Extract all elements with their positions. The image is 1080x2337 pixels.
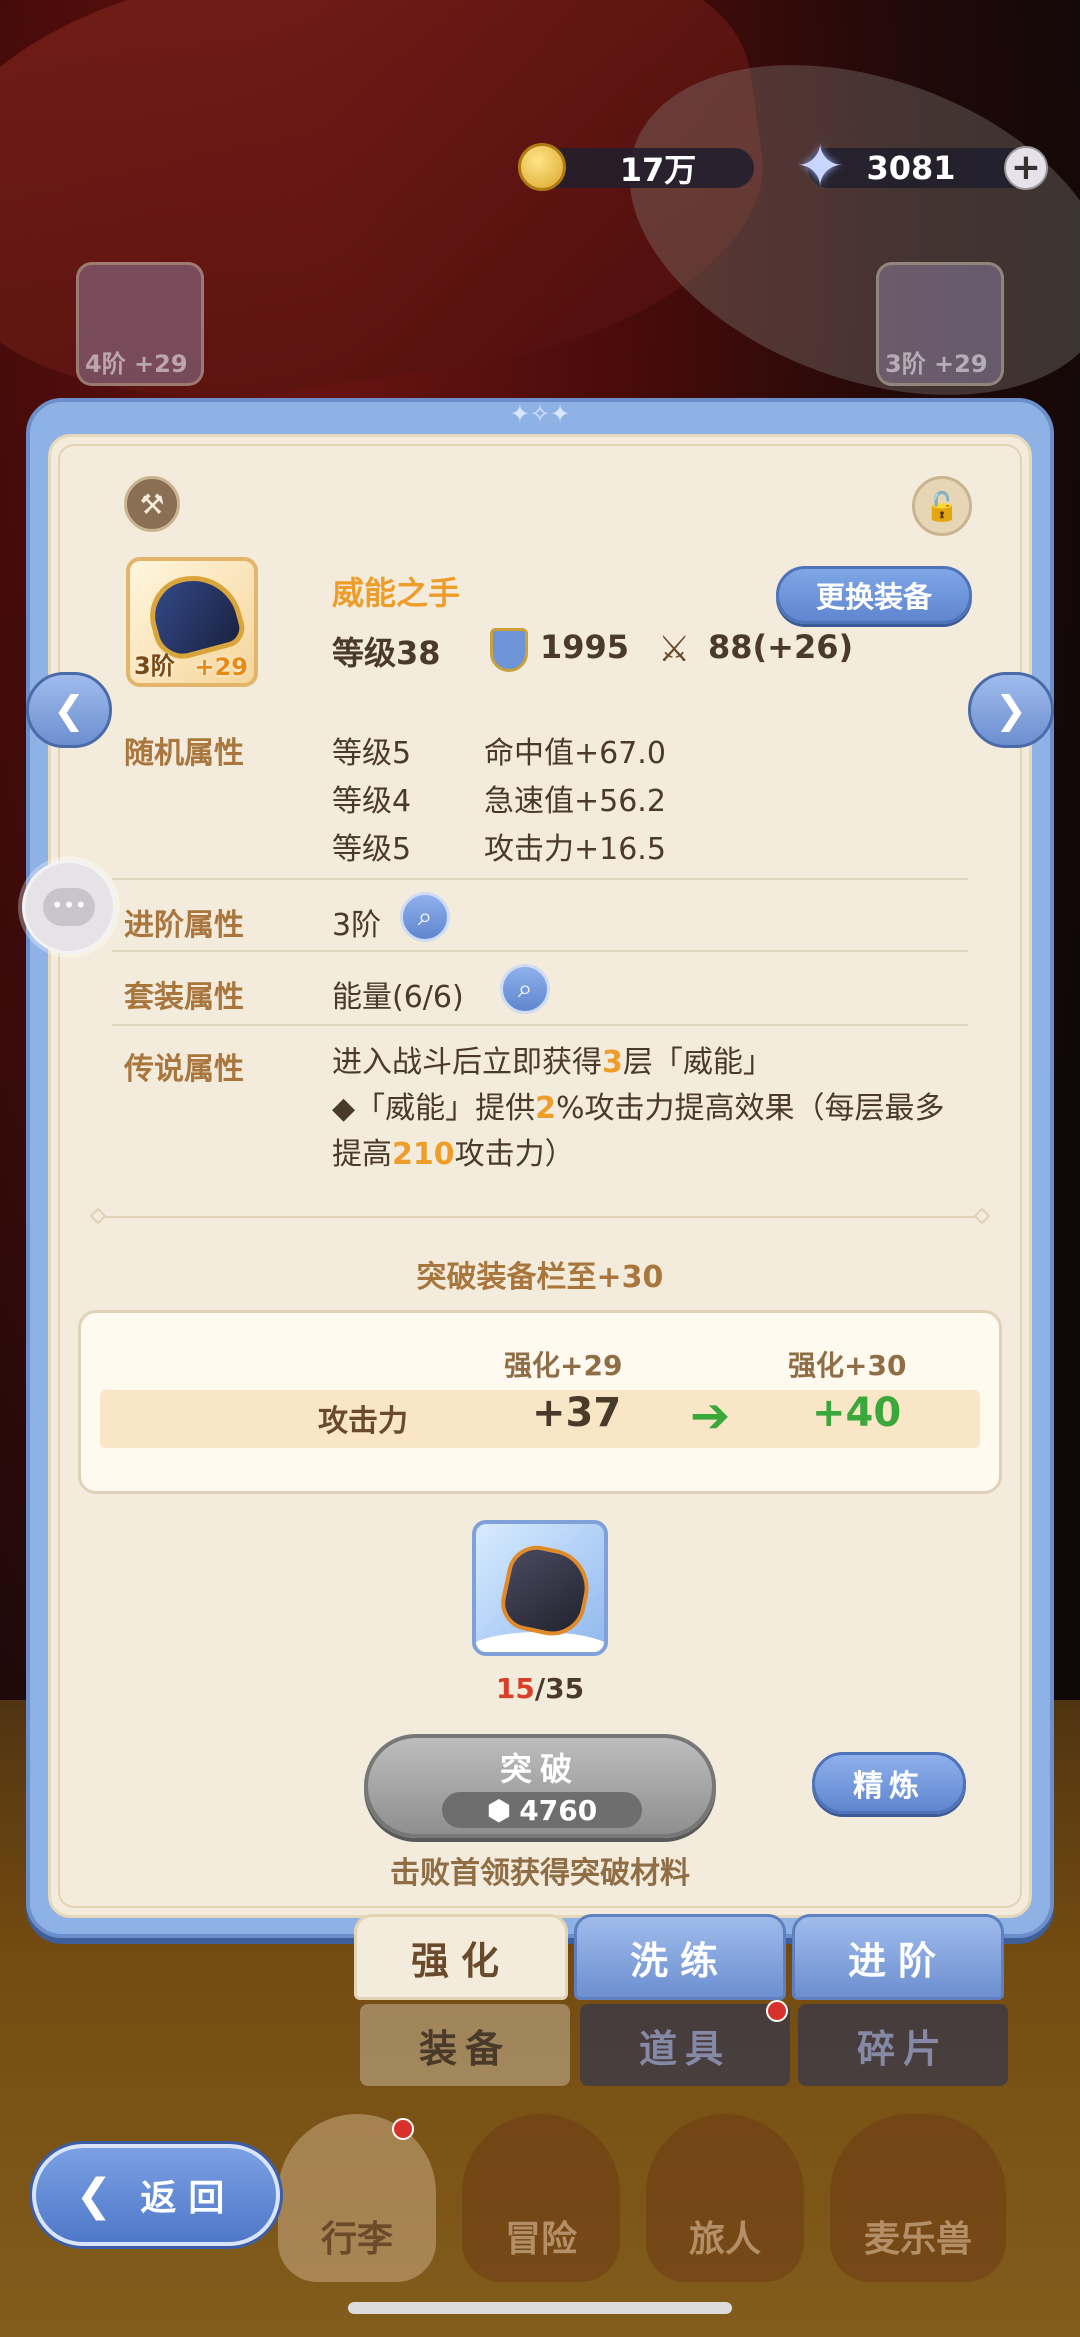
crystal-icon: ⬢: [486, 1793, 512, 1827]
crossed-swords-icon: ⚔: [658, 629, 691, 670]
nav-luggage[interactable]: 行李: [278, 2114, 436, 2282]
set-attr-label: 套装属性: [124, 980, 244, 1015]
arrow-right-icon: ➔: [690, 1388, 731, 1444]
legend-attr-label: 传说属性: [124, 1052, 244, 1087]
nav-label: 麦乐兽: [863, 2219, 972, 2260]
material-need: /35: [534, 1672, 585, 1705]
legend-text: 进入战斗后立即获得: [332, 1045, 602, 1080]
breakthrough-button[interactable]: 突破 ⬢ 4760: [364, 1734, 716, 1838]
nav-label: 行李: [320, 2219, 393, 2260]
material-count: 15/35: [0, 1672, 1080, 1705]
magnifier-icon: ⌕: [417, 901, 433, 932]
item-name: 威能之手: [332, 574, 461, 612]
chat-button[interactable]: •••: [22, 860, 116, 954]
tab-advance[interactable]: 进阶: [792, 1914, 1004, 2000]
compare-stat-label: 攻击力: [318, 1404, 408, 1439]
compare-header-old: 强化+29: [504, 1349, 623, 1382]
nav-beasts[interactable]: 麦乐兽: [830, 2114, 1006, 2282]
defense-value: 1995: [540, 628, 630, 666]
back-button[interactable]: ❮ 返回: [32, 2144, 280, 2246]
back-arrow-icon: ❮: [75, 2169, 125, 2221]
equipment-slot-weapon[interactable]: 4阶 +29: [76, 262, 204, 386]
random-attr-stat: 命中值+67.0: [484, 736, 666, 771]
magnifier-icon: ⌕: [517, 973, 533, 1004]
attack-value: 88(+26): [708, 628, 854, 666]
legend-number: 3: [602, 1045, 623, 1080]
panel-top-ornament: ✦✧✦: [509, 400, 571, 428]
random-attr-level: 等级4: [332, 784, 412, 819]
advance-attr-label: 进阶属性: [124, 908, 244, 943]
breakthrough-button-label: 突破: [499, 1750, 580, 1788]
chevron-right-icon: ❯: [995, 688, 1027, 732]
slot-label: 3阶 +29: [885, 350, 988, 378]
divider: [112, 950, 968, 952]
tab-enhance[interactable]: 强化: [354, 1914, 568, 2000]
slot-label: 4阶 +29: [85, 350, 188, 378]
compare-header-new: 强化+30: [788, 1349, 907, 1382]
tab-reroll[interactable]: 洗练: [574, 1914, 786, 2000]
tab-equipment[interactable]: 装备: [360, 2004, 570, 2086]
gold-amount: 17万: [619, 151, 697, 189]
divider: [112, 1024, 968, 1026]
legend-text: 层「威能」: [622, 1045, 773, 1080]
random-attr-label: 随机属性: [124, 736, 244, 771]
shield-icon: [490, 628, 528, 672]
chat-bubble-icon: •••: [43, 888, 95, 926]
compare-new-value: +40: [812, 1390, 902, 1436]
set-magnifier-button[interactable]: ⌕: [500, 964, 550, 1014]
advance-magnifier-button[interactable]: ⌕: [400, 892, 450, 942]
item-card: 3阶 +29: [126, 557, 258, 687]
random-attr-stat: 急速值+56.2: [484, 784, 666, 819]
notification-dot: [766, 2000, 788, 2022]
chevron-left-icon: ❮: [53, 688, 85, 732]
gold-coin-icon: [518, 143, 566, 191]
breakthrough-material[interactable]: [472, 1520, 608, 1656]
item-level: 等级38: [332, 634, 441, 672]
legend-text: 攻击力）: [454, 1137, 575, 1172]
star-gem-icon: ✦: [795, 132, 845, 200]
advance-attr-value: 3阶: [332, 908, 382, 943]
section-divider: [96, 1216, 984, 1218]
legend-number: 2: [535, 1091, 556, 1126]
add-gems-button[interactable]: +: [1004, 146, 1048, 190]
legend-text: ◆「威能」提供: [332, 1091, 536, 1126]
back-label: 返回: [140, 2178, 237, 2219]
notification-dot: [392, 2118, 414, 2140]
random-attr-stat: 攻击力+16.5: [484, 832, 666, 867]
next-item-button[interactable]: ❯: [968, 672, 1054, 748]
item-enhance-level: +29: [194, 653, 248, 681]
random-attr-level: 等级5: [332, 832, 412, 867]
material-wave: [476, 1632, 604, 1652]
tab-fragments[interactable]: 碎片: [798, 2004, 1008, 2086]
breakthrough-title: 突破装备栏至+30: [416, 1260, 664, 1295]
legend-number: 210: [392, 1137, 455, 1172]
previous-item-button[interactable]: ❮: [26, 672, 112, 748]
nav-adventure[interactable]: 冒险: [462, 2114, 620, 2282]
set-attr-value: 能量(6/6): [332, 980, 464, 1015]
legend-attr-description: 进入战斗后立即获得3层「威能」 ◆「威能」提供2%攻击力提高效果（每层最多提高2…: [332, 1040, 952, 1178]
material-have: 15: [495, 1672, 535, 1705]
lock-icon[interactable]: 🔓: [912, 476, 972, 536]
gem-amount: 3081: [866, 149, 956, 187]
refine-button[interactable]: 精炼: [812, 1752, 966, 1814]
random-attr-level: 等级5: [332, 736, 412, 771]
breakthrough-cost: ⬢ 4760: [442, 1792, 642, 1828]
nav-travelers[interactable]: 旅人: [646, 2114, 804, 2282]
equipment-slot-helmet[interactable]: 3阶 +29: [876, 262, 1004, 386]
home-indicator[interactable]: [348, 2302, 732, 2314]
nav-label: 旅人: [688, 2219, 761, 2260]
divider: [112, 878, 968, 880]
ore-icon: [495, 1540, 597, 1642]
compare-old-value: +37: [532, 1390, 622, 1436]
cost-value: 4760: [519, 1793, 598, 1827]
nav-label: 冒险: [504, 2219, 577, 2260]
item-tier: 3阶: [134, 652, 175, 680]
hammer-icon[interactable]: ⚒: [124, 476, 180, 532]
breakthrough-hint: 击败首领获得突破材料: [390, 1856, 690, 1891]
tab-items[interactable]: 道具: [580, 2004, 790, 2086]
swap-equipment-button[interactable]: 更换装备: [776, 566, 972, 624]
